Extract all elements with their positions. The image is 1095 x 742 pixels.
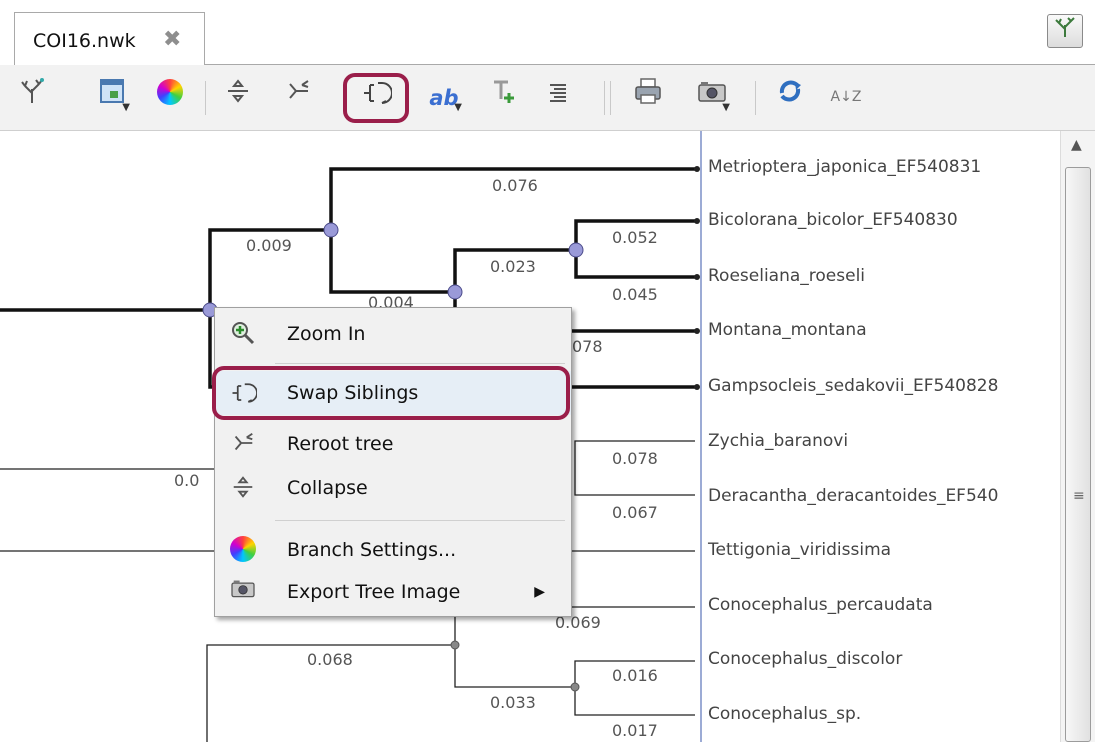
scroll-up-icon[interactable]: ▲ xyxy=(1071,137,1082,153)
leaf-label[interactable]: Roeseliana_roeseli xyxy=(708,266,865,286)
leaf-dots xyxy=(694,166,700,390)
menu-separator xyxy=(275,363,565,364)
branch-length-label: 0.009 xyxy=(246,236,292,255)
print-icon[interactable] xyxy=(628,77,668,117)
chevron-down-icon[interactable]: ▼ xyxy=(454,103,462,113)
branch-length-label: 0.052 xyxy=(612,228,658,247)
toolbar-divider xyxy=(604,81,605,115)
leaf-label[interactable]: Tettigonia_viridissima xyxy=(708,540,891,560)
menu-item-export-tree-image[interactable]: Export Tree Image ▶ xyxy=(215,570,571,614)
tree-panel-icon[interactable] xyxy=(1047,14,1083,48)
close-icon[interactable]: ✖ xyxy=(163,27,181,52)
tree-layout-icon[interactable] xyxy=(12,77,52,117)
toolbar-divider xyxy=(205,81,206,115)
branch-length-label: 0.078 xyxy=(612,449,658,468)
leaf-label[interactable]: Conocephalus_discolor xyxy=(708,649,902,669)
add-text-icon[interactable] xyxy=(484,77,524,117)
menu-item-reroot-tree[interactable]: Reroot tree xyxy=(215,422,571,466)
leaf-label[interactable]: Gampsocleis_sedakovii_EF540828 xyxy=(708,376,998,396)
branch-color-icon xyxy=(229,536,257,564)
chevron-down-icon[interactable]: ▼ xyxy=(722,103,730,113)
tab-bar: COI16.nwk ✖ xyxy=(0,0,1095,65)
menu-item-label: Zoom In xyxy=(287,323,366,345)
zoom-in-icon xyxy=(229,320,257,348)
align-text-icon[interactable] xyxy=(538,77,578,117)
select-layout-icon[interactable]: ▼ xyxy=(92,77,132,117)
leaf-label[interactable]: Conocephalus_percaudata xyxy=(708,595,933,615)
leaf-label[interactable]: Conocephalus_sp. xyxy=(708,704,861,724)
reroot-icon[interactable] xyxy=(278,77,318,117)
branch-length-label: 0.076 xyxy=(492,176,538,195)
context-menu: Zoom In Swap Siblings Reroot tree Collap… xyxy=(214,307,572,617)
menu-item-label: Reroot tree xyxy=(287,433,394,455)
leaf-label[interactable]: Metrioptera_japonica_EF540831 xyxy=(708,157,981,177)
collapse-icon xyxy=(229,474,257,502)
swap-siblings-menu-highlight xyxy=(212,366,570,420)
leaf-label[interactable]: Zychia_baranovi xyxy=(708,431,848,451)
menu-item-label: Branch Settings... xyxy=(287,539,457,561)
branch-length-label: 078 xyxy=(572,337,603,356)
vertical-scrollbar[interactable]: ▲ ≡ xyxy=(1060,131,1095,742)
menu-item-collapse[interactable]: Collapse xyxy=(215,466,571,510)
chevron-down-icon[interactable]: ▼ xyxy=(122,103,130,113)
branch-length-label: 0.068 xyxy=(307,650,353,669)
refresh-icon[interactable] xyxy=(770,77,810,117)
branch-length-label: 0.016 xyxy=(612,666,658,685)
toolbar-divider xyxy=(610,81,611,115)
branch-length-label: 0.017 xyxy=(612,721,658,740)
collapse-icon[interactable] xyxy=(218,77,258,117)
swap-siblings-toolbar-highlight xyxy=(343,73,409,123)
branch-length-label: 0.067 xyxy=(612,503,658,522)
scroll-thumb[interactable]: ≡ xyxy=(1065,167,1091,742)
menu-item-label: Collapse xyxy=(287,477,368,499)
sort-az-icon[interactable]: A↓Z xyxy=(826,77,866,117)
branch-length-label: 0.033 xyxy=(490,693,536,712)
branch-length-label: 0.023 xyxy=(490,257,536,276)
menu-item-label: Export Tree Image xyxy=(287,581,461,603)
toolbar-divider xyxy=(755,81,756,115)
camera-icon xyxy=(229,578,257,606)
tab-coi16[interactable]: COI16.nwk ✖ xyxy=(14,12,205,65)
menu-item-zoom-in[interactable]: Zoom In xyxy=(215,312,571,356)
branch-length-label: 0.045 xyxy=(612,285,658,304)
grip-icon: ≡ xyxy=(1073,488,1085,504)
leaf-label[interactable]: Montana_montana xyxy=(708,320,867,340)
branch-color-icon[interactable] xyxy=(150,77,190,117)
reroot-icon xyxy=(229,430,257,458)
toolbar: ▼ ab ▼ ▼ A↓Z xyxy=(0,65,1095,131)
leaf-label[interactable]: Bicolorana_bicolor_EF540830 xyxy=(708,210,958,230)
export-image-icon[interactable]: ▼ xyxy=(692,77,732,117)
tab-title: COI16.nwk xyxy=(33,30,136,52)
leaf-label[interactable]: Deracantha_deracantoides_EF540 xyxy=(708,486,998,506)
menu-separator xyxy=(275,520,565,521)
submenu-arrow-icon: ▶ xyxy=(534,584,545,600)
labels-ab-icon[interactable]: ab ▼ xyxy=(424,77,464,117)
small-tree-nodes xyxy=(450,640,580,692)
menu-item-branch-settings[interactable]: Branch Settings... xyxy=(215,528,571,572)
sort-az-text: A↓Z xyxy=(830,89,862,105)
branch-length-label: 0.0 xyxy=(174,471,200,490)
